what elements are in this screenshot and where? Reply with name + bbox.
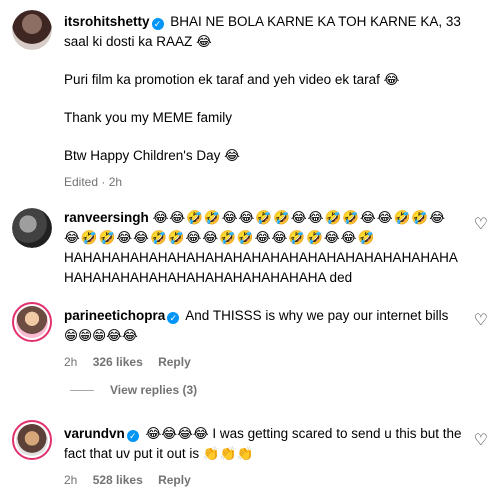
comment-meta: 2h 528 likes Reply bbox=[64, 470, 462, 490]
username[interactable]: parineetichopra bbox=[64, 308, 165, 323]
comment-time: 2h bbox=[64, 355, 78, 369]
avatar[interactable] bbox=[12, 420, 52, 460]
like-heart-icon[interactable]: ♡ bbox=[474, 310, 488, 330]
comment-text: Puri film ka promotion ek taraf and yeh … bbox=[64, 72, 400, 87]
reply-button[interactable]: Reply bbox=[158, 473, 191, 487]
comment-meta: Edited · 2h bbox=[64, 172, 462, 192]
verified-icon: ✓ bbox=[151, 18, 164, 30]
username[interactable]: itsrohitshetty bbox=[64, 14, 150, 29]
comment-meta: 2h 326 likes Reply bbox=[64, 352, 462, 372]
verified-icon: ✓ bbox=[167, 312, 180, 324]
divider-line bbox=[70, 389, 94, 391]
avatar[interactable] bbox=[12, 302, 52, 342]
like-heart-icon[interactable]: ♡ bbox=[474, 214, 488, 234]
comment-text: Btw Happy Children's Day 😂 bbox=[64, 148, 240, 163]
like-heart-icon[interactable]: ♡ bbox=[474, 430, 488, 450]
avatar[interactable] bbox=[12, 10, 52, 50]
avatar[interactable] bbox=[12, 208, 52, 248]
comment-text: Thank you my MEME family bbox=[64, 110, 233, 125]
comment-time: 2h bbox=[64, 473, 78, 487]
view-replies-label[interactable]: View replies (3) bbox=[110, 383, 197, 397]
comment-text: HAHAHAHAHAHAHAHAHAHAHAHAHAHAHAHAHAHAHAHA… bbox=[64, 250, 458, 285]
username[interactable]: varundvn bbox=[64, 426, 125, 441]
verified-icon: ✓ bbox=[126, 430, 139, 442]
like-count[interactable]: 326 likes bbox=[93, 355, 143, 369]
edited-time: Edited · 2h bbox=[64, 175, 123, 189]
username[interactable]: ranveersingh bbox=[64, 210, 149, 225]
reply-button[interactable]: Reply bbox=[158, 355, 191, 369]
like-count[interactable]: 528 likes bbox=[93, 473, 143, 487]
view-replies-button[interactable]: View replies (3) bbox=[70, 383, 197, 397]
